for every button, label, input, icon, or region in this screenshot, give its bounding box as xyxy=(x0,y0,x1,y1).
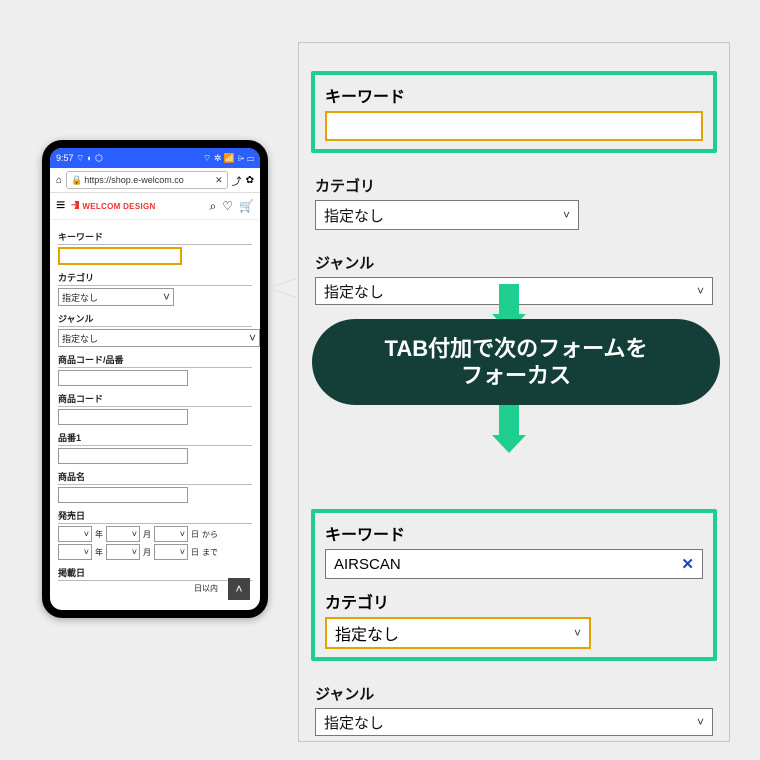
name-label: 商品名 xyxy=(58,470,252,483)
release-from-row: ˅年 ˅月 ˅日 から xyxy=(58,526,252,542)
arrow-down-icon xyxy=(492,405,526,453)
after-genre-group: ジャンル 指定なし˅ xyxy=(315,683,713,736)
callout-line1: TAB付加で次のフォームを xyxy=(385,335,648,363)
share-icon[interactable]: ⤴ xyxy=(232,173,242,188)
url-field[interactable]: 🔒 https://shop.e-welcom.co ✕ xyxy=(66,171,228,189)
code-or-part-label: 商品コード/品番 xyxy=(58,353,252,366)
category-select-focused[interactable]: 指定なし˅ xyxy=(325,617,591,649)
day-to-select[interactable]: ˅ xyxy=(154,544,188,560)
phone-mock: 9:57 ⌔ ◐ ⬡ ⌔ ✲ 📶 ⌲ ▭ ⌂ 🔒 https://shop.e-… xyxy=(42,140,268,618)
keyword-value: AIRSCAN xyxy=(334,556,401,573)
release-label: 発売日 xyxy=(58,509,252,522)
status-time: 9:57 ⌔ ◐ ⬡ xyxy=(56,153,103,164)
category-label: カテゴリ xyxy=(58,271,252,284)
brand-logo: WELCOM DESIGN xyxy=(71,201,155,211)
clear-keyword-icon[interactable]: ✕ xyxy=(681,555,694,573)
keyword-input-filled[interactable]: AIRSCAN ✕ xyxy=(325,549,703,579)
code-or-part-input[interactable] xyxy=(58,370,188,386)
logo-mark-icon xyxy=(71,201,79,209)
tab-callout: TAB付加で次のフォームを フォーカス xyxy=(312,319,720,405)
status-bar: 9:57 ⌔ ◐ ⬡ ⌔ ✲ 📶 ⌲ ▭ xyxy=(50,148,260,168)
chevron-down-icon: ˅ xyxy=(574,626,581,640)
panel-pointer-icon xyxy=(270,278,298,298)
genre-label: ジャンル xyxy=(315,252,713,273)
genre-label: ジャンル xyxy=(315,683,713,704)
posted-label: 掲載日 xyxy=(58,566,252,579)
year-to-select[interactable]: ˅ xyxy=(58,544,92,560)
name-input[interactable] xyxy=(58,487,188,503)
year-from-select[interactable]: ˅ xyxy=(58,526,92,542)
status-icons: ⌔ ✲ 📶 ⌲ ▭ xyxy=(200,153,254,164)
part1-input[interactable] xyxy=(58,448,188,464)
after-highlight: キーワード AIRSCAN ✕ カテゴリ 指定なし˅ xyxy=(311,509,717,661)
release-to-row: ˅年 ˅月 ˅日 まで xyxy=(58,544,252,560)
menu-icon[interactable]: ≡ xyxy=(56,197,65,215)
category-label: カテゴリ xyxy=(325,589,703,613)
chevron-down-icon: ˅ xyxy=(563,208,570,222)
cart-icon[interactable]: 🛒 xyxy=(239,199,254,213)
settings-icon[interactable]: ✿ xyxy=(246,175,254,186)
chevron-down-icon: ˅ xyxy=(163,290,170,304)
genre-select[interactable]: 指定なし˅ xyxy=(315,708,713,736)
genre-select[interactable]: 指定なし˅ xyxy=(58,329,260,347)
callout-line2: フォーカス xyxy=(461,362,571,390)
keyword-input[interactable] xyxy=(58,247,182,265)
favorite-icon[interactable]: ♡ xyxy=(222,199,233,213)
app-bar: ≡ WELCOM DESIGN ⌕ ♡ 🛒 xyxy=(50,193,260,220)
genre-label: ジャンル xyxy=(58,312,252,325)
keyword-label: キーワード xyxy=(58,230,252,243)
category-select[interactable]: 指定なし˅ xyxy=(315,200,579,230)
keyword-label: キーワード xyxy=(325,83,703,107)
before-category-group: カテゴリ 指定なし˅ xyxy=(315,175,713,230)
day-from-select[interactable]: ˅ xyxy=(154,526,188,542)
keyword-label: キーワード xyxy=(325,521,703,545)
code-label: 商品コード xyxy=(58,392,252,405)
url-bar: ⌂ 🔒 https://shop.e-welcom.co ✕ ⤴ ✿ xyxy=(50,168,260,193)
url-text: https://shop.e-welcom.co xyxy=(84,175,184,185)
month-to-select[interactable]: ˅ xyxy=(106,544,140,560)
part1-label: 品番1 xyxy=(58,431,252,444)
code-input[interactable] xyxy=(58,409,188,425)
category-select[interactable]: 指定なし˅ xyxy=(58,288,174,306)
search-icon[interactable]: ⌕ xyxy=(210,199,217,214)
category-label: カテゴリ xyxy=(315,175,713,196)
clear-url-icon[interactable]: ✕ xyxy=(215,175,223,186)
keyword-input-focused[interactable] xyxy=(325,111,703,141)
phone-screen: 9:57 ⌔ ◐ ⬡ ⌔ ✲ 📶 ⌲ ▭ ⌂ 🔒 https://shop.e-… xyxy=(50,148,260,610)
chevron-down-icon: ˅ xyxy=(697,284,704,298)
posted-row: 日以内 xyxy=(58,583,218,594)
chevron-down-icon: ˅ xyxy=(697,715,704,729)
back-to-top-button[interactable]: ˄ xyxy=(228,578,250,600)
before-highlight: キーワード xyxy=(311,71,717,153)
lock-icon: 🔒 xyxy=(71,175,82,186)
phone-search-form: キーワード カテゴリ 指定なし˅ ジャンル 指定なし˅ 商品コード/品番 商品コ… xyxy=(50,220,260,598)
month-from-select[interactable]: ˅ xyxy=(106,526,140,542)
chevron-down-icon: ˅ xyxy=(249,331,256,345)
home-icon[interactable]: ⌂ xyxy=(56,175,62,186)
